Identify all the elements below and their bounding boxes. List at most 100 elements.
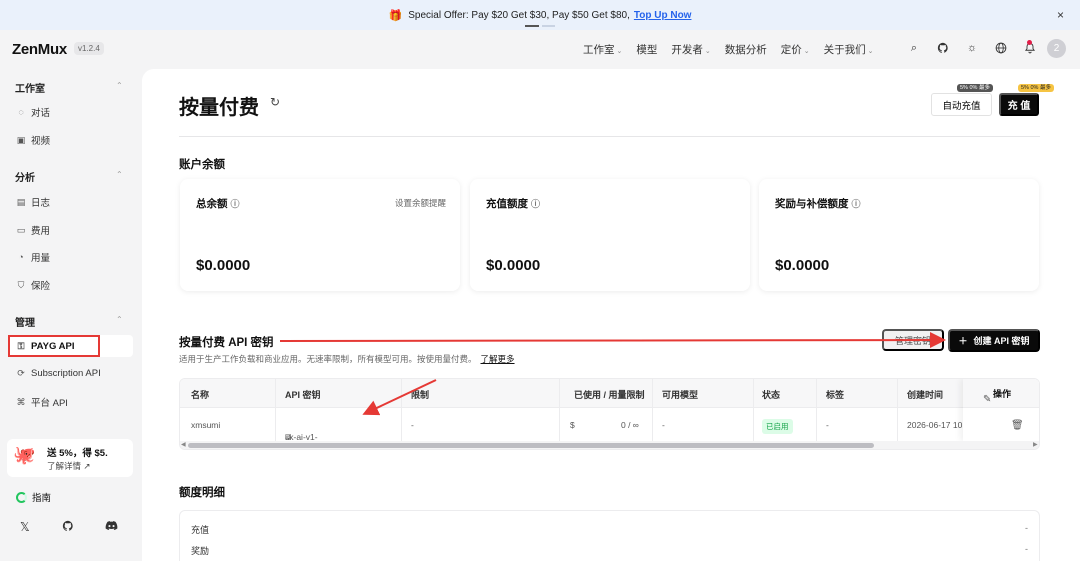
auto-recharge-bonus-badge: 5% 0% 最多 [957, 84, 993, 93]
created-value: 2026-06-17 10:3 [907, 420, 970, 430]
col-limit: 限制 [411, 390, 430, 400]
chevron-up-icon[interactable]: ⌃ [116, 170, 123, 179]
chevron-up-icon[interactable]: ⌃ [116, 81, 123, 90]
chevron-down-icon: ⌄ [704, 48, 711, 55]
bonus-credit-card: 奖励与补偿额度 ⓘ $0.0000 [759, 179, 1039, 291]
edit-icon[interactable]: ✎ [983, 394, 991, 405]
card-label: 总余额 ⓘ [196, 198, 240, 210]
nav-item-pricing[interactable]: 定价 ⌄ [781, 42, 810, 57]
sidebar-section-studio[interactable]: 工作室 [15, 80, 45, 95]
auto-recharge-button[interactable]: 自动充值 [931, 93, 992, 116]
col-created: 创建时间 [907, 390, 944, 400]
sidebar-item-subscription-api[interactable]: ⟳ Subscription API [16, 368, 101, 379]
usage-value: 0 / ∞ [621, 420, 639, 430]
search-icon[interactable]: ⌕ [906, 40, 922, 56]
logo[interactable]: ZenMux [12, 41, 67, 58]
column-divider [897, 379, 898, 441]
scroll-right-icon[interactable]: ▶ [1033, 441, 1038, 448]
manage-keys-button[interactable]: 管理密钥 [882, 329, 944, 351]
pie-icon: ◔ [18, 252, 24, 262]
column-divider [816, 379, 817, 441]
promo-banner: 🎁 Special Offer: Pay $20 Get $30, Pay $5… [0, 0, 1080, 30]
discord-icon[interactable] [105, 520, 118, 534]
guide-link[interactable]: 指南 [16, 490, 51, 504]
col-status: 状态 [762, 390, 781, 400]
scroll-left-icon[interactable]: ◀ [181, 441, 186, 448]
external-link-icon: ↗ [83, 461, 91, 471]
sidebar-item-platform-api[interactable]: ⌘ 平台 API [16, 395, 68, 410]
tags-value: - [826, 420, 829, 430]
detail-value: - [1025, 544, 1028, 554]
shield-icon: ⛉ [17, 279, 25, 290]
nav-item-developers[interactable]: 开发者 ⌄ [671, 42, 710, 57]
sidebar-item-insurance[interactable]: ⛉ 保险 [16, 278, 50, 293]
detail-label: 充值 [191, 525, 210, 535]
sidebar-section-manage[interactable]: 管理 [15, 314, 35, 329]
recharge-button[interactable]: 充 值 [999, 93, 1039, 116]
table-row[interactable]: xmsumi sk-ai-v1-c67...ab5 ⧉ ▾ - $ 0 / ∞ … [180, 408, 1039, 449]
learn-more-link[interactable]: 了解更多 [481, 354, 515, 364]
column-divider [275, 379, 276, 441]
create-api-key-button[interactable]: ＋创建 API 密钥 [948, 329, 1040, 352]
nav-item-about[interactable]: 关于我们 ⌄ [824, 42, 874, 57]
col-usage: 已使用 / 用量限制 [574, 390, 645, 400]
info-icon[interactable]: ⓘ [852, 199, 861, 209]
top-up-link[interactable]: Top Up Now [634, 10, 692, 21]
sidebar: 工作室 ⌃ ◌ 对话 ▣ 视频 分析 ⌃ ▤ 日志 ▭ 费用 ◔ 用量 ⛉ 保险 管理 ⌃ … [0, 68, 140, 561]
nav-item-models[interactable]: 模型 [636, 42, 657, 57]
sidebar-item-payg-api[interactable]: ⚿ PAYG API [16, 341, 75, 352]
progress-ring-icon [16, 491, 27, 503]
nav-item-analytics[interactable]: 数据分析 [725, 42, 767, 57]
api-key-section-title: 按量付费 API 密钥 [179, 337, 274, 349]
github-icon[interactable] [62, 520, 74, 535]
balance-alert-link[interactable]: 设置余额提醒 [395, 197, 446, 209]
nav-menu: 工作室 ⌄ 模型 开发者 ⌄ 数据分析 定价 ⌄ 关于我们 ⌄ [583, 42, 874, 57]
referral-promo-card[interactable]: 🐙 送 5%，得 $5. 了解详情 ↗ [7, 439, 133, 477]
api-description: 适用于生产工作负载和商业应用。无速率限制，所有模型可用。按使用量付费。 了解更多 [179, 354, 515, 364]
card-label: 奖励与补偿额度 ⓘ [775, 198, 861, 210]
sidebar-item-usage[interactable]: ◔ 用量 [16, 250, 50, 264]
sidebar-item-video[interactable]: ▣ 视频 [16, 133, 50, 148]
col-actions: 操作 [963, 379, 1039, 408]
close-icon[interactable]: × [1057, 8, 1064, 22]
chevron-down-icon: ⌄ [803, 48, 810, 55]
actions-column: 操作 ✎ 🗑 [963, 379, 1039, 441]
scrollbar-thumb[interactable] [188, 443, 874, 448]
info-icon[interactable]: ⓘ [531, 199, 540, 209]
recharge-credit-card: 充值额度 ⓘ $0.0000 [470, 179, 750, 291]
nav-icons: ⌕ ☼ [906, 40, 1038, 56]
info-icon[interactable]: ⓘ [231, 199, 240, 209]
gift-icon: 🎁 [388, 9, 403, 22]
notification-dot [1027, 40, 1032, 45]
page-title: 按量付费 [179, 97, 259, 119]
card-amount: $0.0000 [196, 257, 251, 274]
promo-link[interactable]: 了解详情 ↗ [47, 460, 91, 472]
banner-text: Special Offer: Pay $20 Get $30, Pay $50 … [408, 9, 630, 21]
col-name: 名称 [191, 390, 210, 400]
column-divider [652, 379, 653, 441]
x-twitter-icon[interactable]: 𝕏 [20, 520, 30, 534]
theme-sun-icon[interactable]: ☼ [964, 40, 980, 56]
divider [179, 136, 1040, 137]
globe-icon[interactable] [993, 40, 1009, 56]
promo-title: 送 5%，得 $5. [47, 448, 108, 459]
octopus-mascot-icon: 🐙 [13, 445, 36, 465]
avatar[interactable]: 2 [1047, 39, 1066, 58]
github-icon[interactable] [935, 40, 951, 56]
cost-icon: ▭ [16, 224, 26, 235]
chevron-up-icon[interactable]: ⌃ [116, 315, 123, 324]
sidebar-item-logs[interactable]: ▤ 日志 [16, 195, 50, 210]
sidebar-item-costs[interactable]: ▭ 费用 [16, 223, 50, 238]
sidebar-section-analytics[interactable]: 分析 [15, 169, 35, 184]
sidebar-item-chat[interactable]: ◌ 对话 [16, 105, 50, 119]
trash-icon[interactable]: 🗑 [1011, 420, 1024, 431]
credit-detail-title: 额度明细 [179, 487, 225, 499]
refresh-icon[interactable]: ↻ [270, 95, 280, 109]
log-icon: ▤ [16, 196, 26, 207]
status-badge: 已启用 [762, 419, 793, 434]
main-panel: 按量付费 ↻ 5% 0% 最多 自动充值 5% 0% 最多 充 值 账户余额 总… [142, 69, 1080, 561]
col-tags: 标签 [826, 390, 845, 400]
chevron-down-icon: ⌄ [867, 48, 874, 55]
nav-item-studio[interactable]: 工作室 ⌄ [583, 42, 622, 57]
column-divider [401, 379, 402, 441]
